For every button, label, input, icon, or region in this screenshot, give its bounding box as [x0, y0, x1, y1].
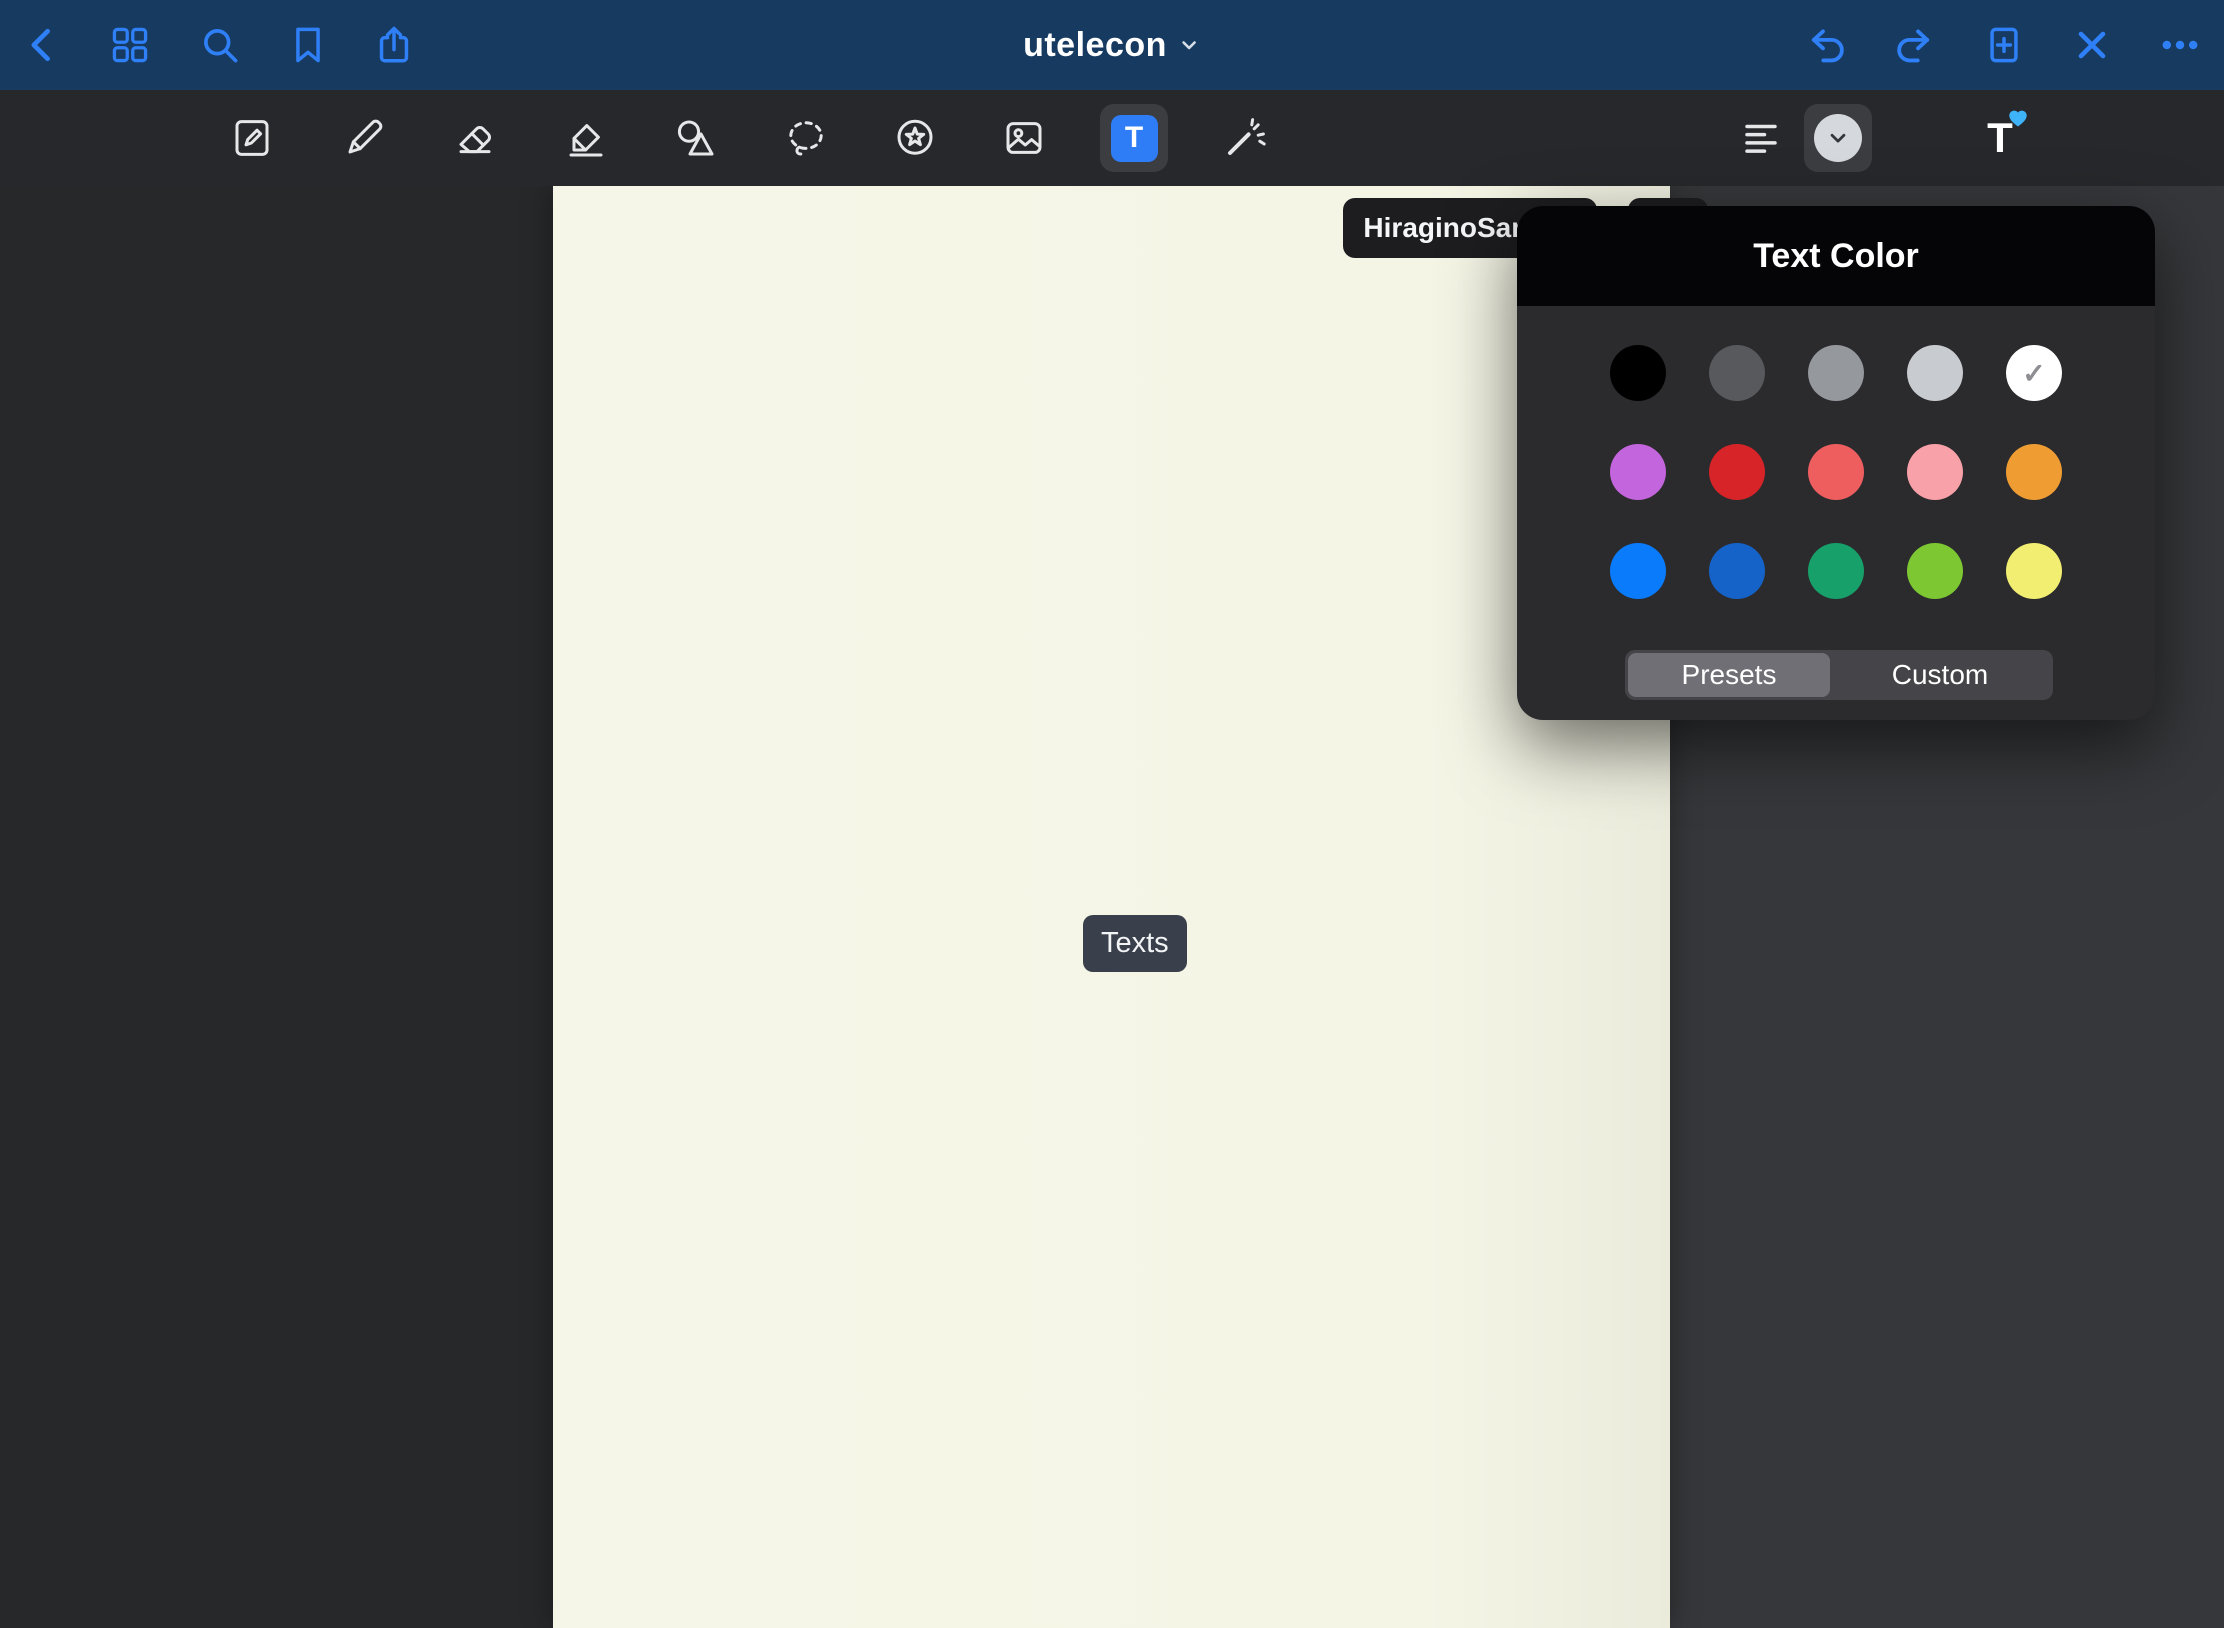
add-page-icon [1982, 23, 2026, 67]
favorite-text-style-button[interactable]: T [1960, 90, 2040, 186]
text-tool-icon: T [1111, 115, 1158, 162]
search-icon [198, 23, 242, 67]
pen-tool-button[interactable] [324, 90, 404, 186]
color-swatch-black[interactable] [1610, 345, 1666, 401]
color-swatch-light-gray[interactable] [1907, 345, 1963, 401]
color-swatch-green[interactable] [1808, 543, 1864, 599]
popover-title: Text Color [1517, 206, 2155, 306]
undo-icon [1805, 23, 1849, 67]
color-swatch-pink[interactable] [1907, 444, 1963, 500]
page-pen-icon [228, 114, 276, 162]
bookmark-icon [286, 23, 330, 67]
text-tool-button[interactable]: T [1094, 90, 1174, 186]
laser-pointer-icon [1221, 114, 1269, 162]
top-navigation-bar: utelecon [0, 0, 2224, 90]
laser-pointer-button[interactable] [1205, 90, 1285, 186]
selected-check-icon: ✓ [2022, 357, 2045, 390]
color-swatch-light-green[interactable] [1907, 543, 1963, 599]
chevron-down-icon [1177, 33, 1201, 57]
text-align-button[interactable] [1726, 90, 1796, 186]
heart-icon [2007, 107, 2029, 129]
canvas-text-object[interactable]: Texts [1083, 915, 1187, 972]
redo-icon [1892, 23, 1936, 67]
highlighter-icon [562, 114, 610, 162]
elements-tool-button[interactable] [875, 90, 955, 186]
lasso-tool-button[interactable] [766, 90, 846, 186]
text-heart-icon: T [1987, 117, 2013, 159]
share-button[interactable] [359, 0, 429, 90]
color-swatch-blue[interactable] [1610, 543, 1666, 599]
tools-toolbar: T HiraginoSans-... 16 T [0, 90, 2224, 186]
presets-custom-segmented-control: Presets Custom [1625, 650, 2053, 700]
close-button[interactable] [2057, 0, 2127, 90]
color-swatch-grid: ✓ [1610, 345, 2062, 599]
current-color-swatch [1814, 114, 1862, 162]
grid-icon [108, 23, 152, 67]
eraser-tool-button[interactable] [435, 90, 515, 186]
shapes-tool-button[interactable] [655, 90, 735, 186]
back-button[interactable] [8, 0, 78, 90]
add-page-button[interactable] [1969, 0, 2039, 90]
app-screen: utelecon [0, 0, 2224, 1628]
image-tool-button[interactable] [984, 90, 1064, 186]
lasso-icon [782, 114, 830, 162]
color-swatch-red[interactable] [1808, 444, 1864, 500]
color-swatch-dark-blue[interactable] [1709, 543, 1765, 599]
color-swatch-orange[interactable] [2006, 444, 2062, 500]
text-color-popover: Text Color ✓ Presets Custom [1517, 206, 2155, 720]
eraser-icon [451, 114, 499, 162]
pages-overview-button[interactable] [95, 0, 165, 90]
image-icon [1000, 114, 1048, 162]
tab-custom[interactable]: Custom [1830, 653, 2050, 697]
ellipsis-icon [2158, 23, 2202, 67]
redo-button[interactable] [1879, 0, 1949, 90]
color-swatch-white[interactable]: ✓ [2006, 345, 2062, 401]
more-options-button[interactable] [2145, 0, 2215, 90]
text-color-button[interactable] [1798, 90, 1878, 186]
color-swatch-dark-red[interactable] [1709, 444, 1765, 500]
tab-presets[interactable]: Presets [1628, 653, 1830, 697]
search-button[interactable] [185, 0, 255, 90]
pen-icon [340, 114, 388, 162]
chevron-left-icon [21, 23, 65, 67]
color-swatch-gray[interactable] [1808, 345, 1864, 401]
color-swatch-yellow[interactable] [2006, 543, 2062, 599]
bookmark-button[interactable] [273, 0, 343, 90]
undo-button[interactable] [1792, 0, 1862, 90]
view-mode-button[interactable] [212, 90, 292, 186]
star-sticker-icon [891, 114, 939, 162]
text-align-icon [1740, 117, 1782, 159]
notebook-page[interactable] [553, 186, 1670, 1628]
notebook-title-label: utelecon [1023, 26, 1167, 65]
color-swatch-purple[interactable] [1610, 444, 1666, 500]
close-icon [2070, 23, 2114, 67]
share-icon [372, 23, 416, 67]
highlighter-tool-button[interactable] [546, 90, 626, 186]
notebook-title[interactable]: utelecon [1023, 0, 1201, 90]
shapes-icon [671, 114, 719, 162]
color-swatch-dark-gray[interactable] [1709, 345, 1765, 401]
chevron-down-icon [1827, 127, 1849, 149]
